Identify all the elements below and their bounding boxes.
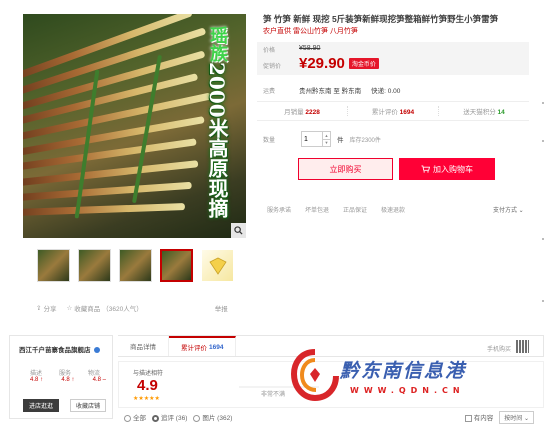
rating-label: 与描述相符 xyxy=(133,371,164,377)
favorite-shop-button[interactable]: 收藏店铺 xyxy=(70,399,106,412)
favorite-link[interactable]: ☆ 收藏商品 （3620人气） xyxy=(66,303,142,313)
qr-code-icon[interactable] xyxy=(516,340,529,353)
quantity-unit: 件 xyxy=(337,137,344,144)
filter-all[interactable]: 全部 xyxy=(124,412,146,422)
payment-methods[interactable]: 支付方式 ⌄ xyxy=(493,205,524,214)
favorite-label: 收藏商品 xyxy=(74,306,101,313)
buy-now-button[interactable]: 立即购买 xyxy=(298,158,393,180)
shop-rating-labels: 描述 服务 物流 xyxy=(30,371,100,377)
promo-price-label: 促销价 xyxy=(263,64,282,70)
main-product-image: 瑶族 2000米高原现摘 xyxy=(23,14,246,238)
review-filters: 全部 追评 (36) 图片 (362) 有内容 按时间 ⌄ xyxy=(118,409,544,425)
image-overlay-text: 瑶族 2000米高原现摘 xyxy=(197,26,237,218)
shop-rating-values: 4.8 ↑ 4.8 ↑ 4.8 – xyxy=(30,377,106,383)
price-box: 价格 ¥58.90 促销价 ¥29.90 淘金币价 xyxy=(257,42,529,75)
side-marker xyxy=(542,238,544,240)
rating-bar xyxy=(239,386,319,388)
product-title: 笋 竹笋 新鲜 现挖 5斤装笋新鲜现挖笋整箱鲜竹笋野生小笋雷笋 xyxy=(263,14,499,24)
side-marker xyxy=(542,140,544,142)
review-summary: 与描述相符 4.9 ★★★★★ 非常不满 xyxy=(118,361,544,408)
total-reviews-value: 1694 xyxy=(399,109,415,116)
original-price-label: 价格 xyxy=(263,48,276,54)
report-link[interactable]: 举报 xyxy=(215,303,228,313)
thumbnail-active[interactable] xyxy=(160,249,193,282)
shipping-route[interactable]: 贵州黔东南 至 黔东南 xyxy=(299,85,361,95)
mobile-buy-link[interactable]: 手机购买 xyxy=(487,344,511,353)
review-count: 1694 xyxy=(209,343,224,351)
quantity-row: 数量 ▲ ▼ 件 库存2300件 xyxy=(263,131,381,147)
monthly-sales: 月销量 2228 xyxy=(257,106,348,116)
thumbnail[interactable] xyxy=(201,249,234,282)
shop-card: 西江千户苗寨食品旗舰店 描述 服务 物流 4.8 ↑ 4.8 ↑ 4.8 – 进… xyxy=(9,335,113,419)
filter-append[interactable]: 追评 (36) xyxy=(152,412,187,422)
radio-icon xyxy=(124,414,131,422)
cart-icon xyxy=(421,165,430,173)
sort-select[interactable]: 按时间 ⌄ xyxy=(499,410,534,424)
shop-name[interactable]: 西江千户苗寨食品旗舰店 xyxy=(19,344,101,354)
share-icon: ⇪ xyxy=(36,305,42,312)
service-promise: 服务承诺 坏单包退 正品保证 极速退款 xyxy=(267,205,405,214)
quantity-input[interactable] xyxy=(302,132,323,146)
promo-badge: 淘金币价 xyxy=(348,58,379,69)
gem-icon xyxy=(209,257,227,275)
detail-tabs: 商品详情 累计评价 1694 手机购买 xyxy=(118,335,544,357)
original-price: ¥58.90 xyxy=(299,45,321,52)
thumbnail-strip xyxy=(37,249,234,282)
quantity-stepper: ▲ ▼ xyxy=(301,131,332,147)
add-to-cart-button[interactable]: 加入购物车 xyxy=(399,158,495,180)
shipping-label: 运费 xyxy=(263,88,276,95)
monthly-sales-value: 2228 xyxy=(305,109,320,116)
points-reward-value: 14 xyxy=(497,109,505,116)
zoom-button[interactable] xyxy=(231,223,246,238)
promise-item[interactable]: 坏单包退 xyxy=(305,205,329,214)
overlay-lead-text: 瑶族 xyxy=(207,26,228,62)
promise-label: 服务承诺 xyxy=(267,208,292,214)
points-reward: 送天猫积分 14 xyxy=(463,109,505,116)
enter-shop-button[interactable]: 进店逛逛 xyxy=(23,399,59,412)
promo-price: ¥29.90 xyxy=(299,55,345,72)
side-marker xyxy=(542,102,544,104)
radio-icon xyxy=(193,414,201,422)
share-row: ⇪ 分享 ☆ 收藏商品 （3620人气） 举报 xyxy=(36,303,228,313)
verified-icon xyxy=(94,347,101,354)
shipping-row: 运费 贵州黔东南 至 黔东南 快递: 0.00 xyxy=(263,85,400,95)
rating-score: 4.9 xyxy=(137,377,158,394)
add-to-cart-label: 加入购物车 xyxy=(433,164,473,174)
star-icon: ☆ xyxy=(66,305,73,312)
checkbox-icon xyxy=(464,414,472,422)
product-subtitle: 农户直供 雷公山竹笋 八月竹笋 xyxy=(263,28,358,35)
thumbnail[interactable] xyxy=(119,249,152,282)
rating-stars: ★★★★★ xyxy=(133,396,160,402)
tab-details[interactable]: 商品详情 xyxy=(118,336,169,356)
sales-stats: 月销量 2228 累计评价 1694 送天猫积分 14 xyxy=(257,101,529,121)
chevron-down-icon[interactable]: ▼ xyxy=(323,140,330,147)
filter-images[interactable]: 图片 (362) xyxy=(193,412,232,422)
chevron-up-icon[interactable]: ▲ xyxy=(323,132,331,140)
promise-item[interactable]: 正品保证 xyxy=(343,205,367,214)
side-marker xyxy=(542,300,544,302)
tab-reviews[interactable]: 累计评价 1694 xyxy=(169,336,237,356)
total-reviews[interactable]: 累计评价 1694 xyxy=(348,106,439,116)
promise-item[interactable]: 极速退款 xyxy=(381,205,405,214)
quantity-label: 数量 xyxy=(263,137,276,144)
thumbnail[interactable] xyxy=(78,249,111,282)
thumbnail[interactable] xyxy=(37,249,70,282)
rating-scale-hint: 非常不满 xyxy=(261,392,286,398)
has-content-checkbox[interactable]: 有内容 xyxy=(464,412,493,422)
overlay-vertical-text: 2000米高原现摘 xyxy=(205,62,229,218)
popularity-count: （3620人气） xyxy=(102,306,143,313)
radio-icon xyxy=(152,414,159,422)
share-link[interactable]: ⇪ 分享 xyxy=(36,303,56,313)
shipping-express: 快递: 0.00 xyxy=(371,88,401,95)
stock-count: 库存2300件 xyxy=(349,137,381,144)
search-icon xyxy=(234,226,243,235)
share-label: 分享 xyxy=(43,306,57,313)
